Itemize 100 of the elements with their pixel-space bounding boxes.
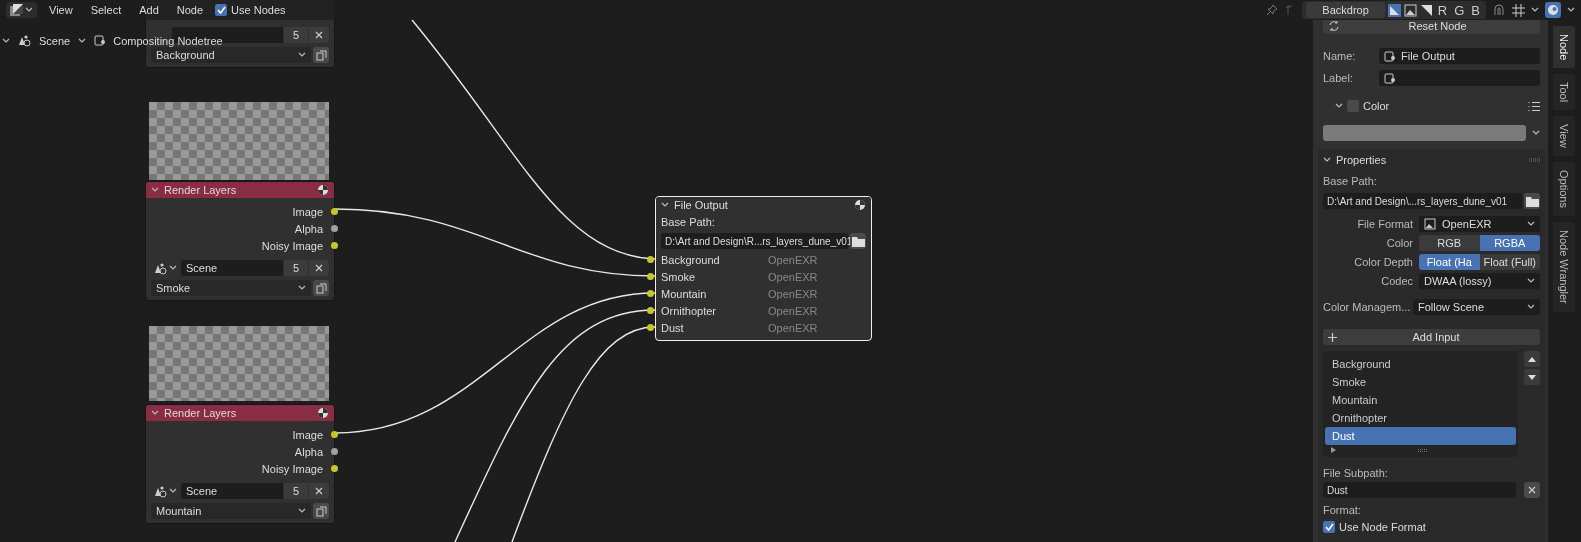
breadcrumb-item[interactable]: Scene <box>39 34 71 47</box>
property-label: Codec <box>1380 275 1414 287</box>
color-checkbox[interactable] <box>1347 100 1359 112</box>
output-label: Image <box>292 205 323 218</box>
output-socket[interactable] <box>331 448 338 455</box>
channel-toggle[interactable]: R <box>1435 2 1450 18</box>
color-swatch[interactable] <box>1323 125 1526 141</box>
list-item[interactable]: Smoke <box>1325 373 1516 391</box>
down-arrow-icon <box>1528 374 1536 380</box>
caret-icon <box>1527 221 1535 227</box>
output-socket[interactable] <box>331 242 338 249</box>
channel-toggle[interactable]: B <box>1469 2 1482 18</box>
use-nodes-label: Use Nodes <box>231 4 286 16</box>
option-toggle[interactable]: RGB <box>1419 235 1480 251</box>
base-path-label: Base Path: <box>1323 175 1378 187</box>
sidebar-tab[interactable]: Node Wrangler <box>1553 222 1575 312</box>
node-header[interactable]: Render Layers <box>146 405 334 421</box>
option-toggle[interactable]: Float (Full) <box>1479 254 1540 270</box>
option-toggle[interactable]: Float (Ha <box>1419 254 1480 270</box>
format-label: Format: <box>1323 504 1362 516</box>
subpath-field[interactable]: Dust <box>1323 482 1516 498</box>
caret-icon <box>169 488 177 494</box>
panel-title[interactable]: Properties <box>1336 154 1524 166</box>
scene-icon <box>154 261 167 275</box>
list-icon[interactable] <box>1528 100 1540 112</box>
input-socket[interactable] <box>647 273 654 280</box>
scene-field[interactable]: Scene <box>181 260 283 276</box>
output-socket[interactable] <box>331 431 338 438</box>
overlay-icon[interactable] <box>1545 2 1561 18</box>
sidebar-tab[interactable]: Node <box>1553 26 1575 69</box>
use-nodes-checkbox[interactable] <box>215 4 228 16</box>
property-dropdown[interactable]: DWAA (lossy) <box>1419 273 1540 289</box>
snap-icon[interactable] <box>1492 3 1506 17</box>
use-node-format-checkbox[interactable] <box>1323 521 1335 533</box>
layer-dropdown[interactable]: Smoke <box>151 280 311 296</box>
add-input-button[interactable]: Add Input <box>1323 329 1540 345</box>
drag-handle-icon[interactable] <box>1529 158 1540 162</box>
caret-icon <box>1532 130 1540 136</box>
output-socket[interactable] <box>331 225 338 232</box>
channel-toggle[interactable]: G <box>1452 2 1467 18</box>
menu-item[interactable]: Add <box>133 4 165 16</box>
folder-icon <box>851 235 865 247</box>
pin-icon[interactable] <box>1266 4 1279 16</box>
scene-icon <box>154 484 167 498</box>
option-toggle[interactable]: RGBA <box>1479 235 1540 251</box>
sidebar-tab[interactable]: View <box>1553 116 1575 157</box>
reset-node-button[interactable]: Reset Node <box>1323 20 1540 34</box>
caret-icon <box>298 508 306 514</box>
menu-item[interactable]: Node <box>170 4 210 16</box>
input-socket[interactable] <box>647 290 654 297</box>
list-item[interactable]: Background <box>1325 355 1516 373</box>
sidebar-tab[interactable]: Tool <box>1553 74 1575 111</box>
expand-icon[interactable] <box>1331 447 1336 453</box>
copy-button[interactable] <box>313 47 329 63</box>
backdrop-button[interactable]: Backdrop <box>1306 2 1385 18</box>
list-item[interactable]: Ornithopter <box>1325 409 1516 427</box>
menu-item[interactable]: Select <box>84 4 128 16</box>
copy-icon <box>315 49 327 61</box>
property-dropdown[interactable]: OpenEXR <box>1419 216 1540 232</box>
menu-item[interactable]: View <box>43 4 79 16</box>
alpha-icon[interactable] <box>1419 3 1433 17</box>
move-down-button[interactable] <box>1524 369 1540 385</box>
node-icon <box>1384 72 1395 84</box>
image-icon[interactable] <box>1403 3 1417 17</box>
output-socket[interactable] <box>331 465 338 472</box>
input-label: Mountain <box>661 287 708 300</box>
output-socket[interactable] <box>331 208 338 215</box>
move-up-button[interactable] <box>1524 351 1540 367</box>
base-path-field[interactable]: D:\Art and Design\...rs_layers_dune_v01 <box>1323 193 1522 209</box>
copy-button[interactable] <box>313 503 329 519</box>
input-socket[interactable] <box>647 324 654 331</box>
folder-button[interactable] <box>850 233 866 249</box>
name-field[interactable]: File Output <box>1379 48 1540 64</box>
color-label: Color <box>1363 100 1391 112</box>
copy-button[interactable] <box>313 280 329 296</box>
grid-icon[interactable] <box>1512 3 1525 17</box>
input-socket[interactable] <box>647 307 654 314</box>
image-alpha-icon[interactable] <box>1387 3 1401 17</box>
input-format: OpenEXR <box>768 304 818 317</box>
scene-field[interactable]: Scene <box>181 483 283 499</box>
node-header[interactable]: File Output <box>656 197 871 213</box>
editor-type-button[interactable] <box>6 2 37 18</box>
sidebar-tab[interactable]: Options <box>1553 162 1575 217</box>
base-path-field[interactable]: D:\Art and Design\R...rs_layers_dune_v01 <box>661 233 848 249</box>
property-dropdown[interactable]: Follow Scene <box>1413 299 1540 315</box>
unlink-button[interactable] <box>309 260 329 276</box>
layer-dropdown[interactable]: Background <box>151 47 311 63</box>
list-item[interactable]: Dust <box>1325 427 1516 445</box>
layer-dropdown[interactable]: Mountain <box>151 503 311 519</box>
list-item[interactable]: Mountain <box>1325 391 1516 409</box>
clear-button[interactable] <box>1524 482 1540 498</box>
input-socket[interactable] <box>647 256 654 263</box>
breadcrumb-item[interactable]: Compositing Nodetree <box>113 34 223 47</box>
scene-field[interactable] <box>172 27 283 43</box>
resize-handle-icon[interactable] <box>1418 448 1428 452</box>
node-header[interactable]: Render Layers <box>146 182 334 198</box>
unlink-button[interactable] <box>309 27 329 43</box>
unlink-button[interactable] <box>309 483 329 499</box>
folder-button[interactable] <box>1524 193 1540 209</box>
label-field[interactable] <box>1379 70 1540 86</box>
